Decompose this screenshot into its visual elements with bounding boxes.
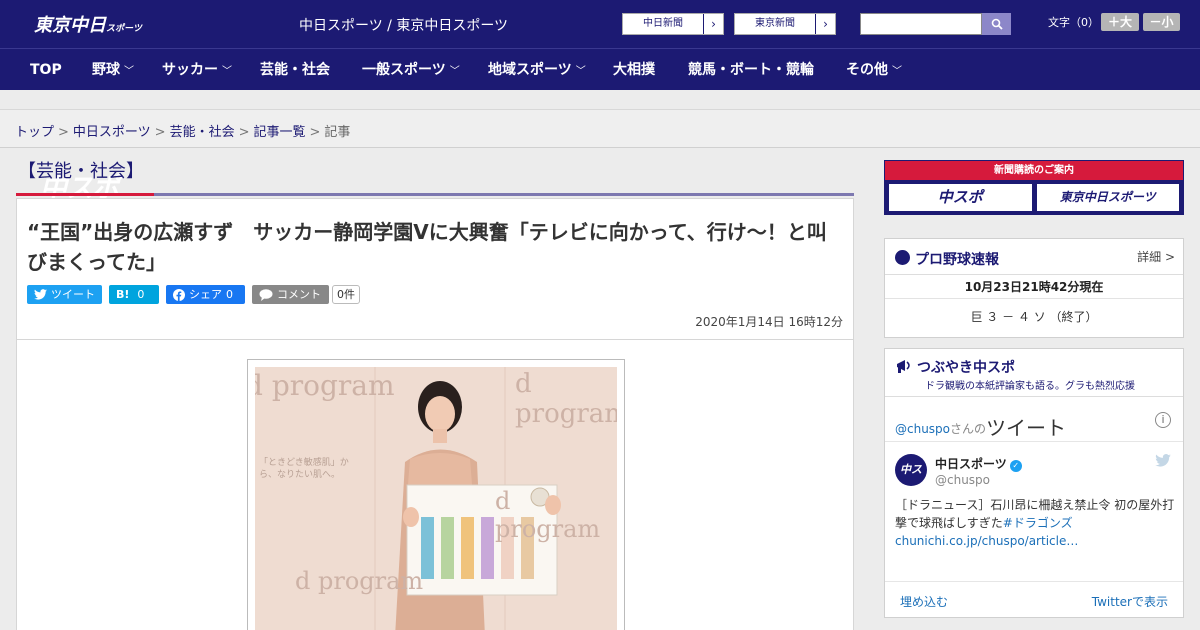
view-on-twitter-link[interactable]: Twitterで表示 xyxy=(1092,593,1168,610)
backdrop-tagline: 「ときどき敏感肌」から、なりたい肌へ。 xyxy=(259,458,349,480)
sub-bar xyxy=(0,90,1200,110)
header-title[interactable]: 中日スポーツ / 東京中日スポーツ xyxy=(299,15,508,35)
font-smaller-button[interactable]: －小 xyxy=(1143,13,1180,31)
hatena-bookmark-button[interactable]: B! 0 xyxy=(109,285,159,304)
baseball-card: プロ野球速報 詳細 > 10月23日21時42分現在 巨 ３ － ４ ソ （終了… xyxy=(884,238,1184,338)
breadcrumb-separator: > xyxy=(238,125,250,140)
nav-item-baseball[interactable]: 野球 ﹀ xyxy=(92,49,134,93)
backdrop-text: d program xyxy=(515,369,617,429)
chevron-down-icon: ﹀ xyxy=(124,66,134,77)
facebook-icon xyxy=(173,288,185,301)
info-icon[interactable]: i xyxy=(1155,412,1171,428)
tweet-button[interactable]: ツイート xyxy=(27,285,102,304)
nav-item-sumo[interactable]: 大相撲 xyxy=(613,49,655,91)
share-bar: ツイート B! 0 シェア 0 コメント 0件 xyxy=(27,285,360,304)
nav-item-regional-sports[interactable]: 地域スポーツ ﹀ xyxy=(488,49,586,93)
baseball-detail-link[interactable]: 詳細 > xyxy=(1137,248,1175,265)
tweet[interactable]: 中ス 中日スポーツ ✓ @chuspo ［ドラニュース］石川昂に柵越え禁止令 初の… xyxy=(885,442,1183,582)
article-header: “王国”出身の広瀬すず サッカー静岡学園Vに大興奮「テレビに向かって、行け～！と… xyxy=(16,198,854,340)
article-photo[interactable]: d program d program d program d program … xyxy=(247,359,625,630)
main-nav: TOP 野球 ﹀ サッカー ﹀ 芸能・社会 一般スポーツ ﹀ 地域スポーツ ﹀ 大相撲 … xyxy=(0,48,1200,90)
twitter-section-title: つぶやき中スポ xyxy=(917,360,1015,376)
tweet-link[interactable]: chunichi.co.jp/chuspo/article… xyxy=(895,534,1078,548)
breadcrumb-link-top[interactable]: トップ xyxy=(15,125,54,140)
widget-handle[interactable]: @chuspoさんのツイート xyxy=(895,412,1066,441)
facebook-share-button[interactable]: シェア 0 xyxy=(166,285,245,304)
breadcrumb-separator: > xyxy=(154,125,166,140)
hatena-icon: B! xyxy=(116,288,130,301)
nav-item-racing[interactable]: 競馬・ボート・競輪 xyxy=(688,49,814,91)
subscription-banner[interactable]: 新聞購読のご案内 中スポ 東京中日スポーツ xyxy=(884,160,1184,215)
subscription-title: 新聞購読のご案内 xyxy=(885,161,1183,180)
font-larger-button[interactable]: ＋大 xyxy=(1101,13,1139,31)
article-photo-area: d program d program d program d program … xyxy=(16,340,854,630)
facebook-share-label: シェア xyxy=(189,288,222,301)
main-content: 【芸能・社会】 “王国”出身の広瀬すず サッカー静岡学園Vに大興奮「テレビに向か… xyxy=(16,160,854,630)
facebook-count: 0 xyxy=(226,288,233,301)
twitter-bird-icon[interactable] xyxy=(1155,454,1171,467)
tweet-button-label: ツイート xyxy=(51,288,95,301)
breadcrumb-current: 記事 xyxy=(324,125,351,140)
article-headline: “王国”出身の広瀬すず サッカー静岡学園Vに大興奮「テレビに向かって、行け～！と… xyxy=(27,220,827,274)
photo-image: d program d program d program d program … xyxy=(255,367,617,630)
baseball-score[interactable]: 巨 ３ － ４ ソ （終了） xyxy=(885,299,1183,335)
nav-item-entertainment[interactable]: 芸能・社会 xyxy=(260,49,330,91)
nav-item-other[interactable]: その他 ﹀ xyxy=(846,49,902,93)
backdrop-text: d program xyxy=(295,567,424,595)
comment-button-label: コメント xyxy=(277,288,321,301)
tweet-text: ［ドラニュース］石川昂に柵越え禁止令 初の屋外打撃で球飛ばしすぎた#ドラゴンズ c… xyxy=(895,498,1175,548)
breadcrumb-link-chuspo[interactable]: 中日スポーツ xyxy=(73,125,151,140)
article-date: 2020年1月14日 16時12分 xyxy=(695,315,843,329)
breadcrumb-separator: > xyxy=(58,125,69,140)
breadcrumb-bar: トップ > 中日スポーツ > 芸能・社会 > 記事一覧 > 記事 xyxy=(0,110,1200,148)
comment-button[interactable]: コメント xyxy=(252,285,329,304)
font-size-label: 文字（0） xyxy=(1048,16,1099,29)
site-logo[interactable]: 中スポ 東京中日スポーツ xyxy=(24,6,142,204)
tweet-author-name[interactable]: 中日スポーツ ✓ xyxy=(935,455,1022,472)
backdrop-text: d program xyxy=(255,369,395,402)
speech-bubble-icon xyxy=(259,288,273,301)
search-icon xyxy=(991,18,1003,30)
breadcrumb: トップ > 中日スポーツ > 芸能・社会 > 記事一覧 > 記事 xyxy=(15,121,350,140)
tweet-hashtag[interactable]: #ドラゴンズ xyxy=(1003,516,1073,530)
search-button[interactable] xyxy=(982,13,1011,35)
embed-link[interactable]: 埋め込む xyxy=(900,593,948,610)
tweet-author-handle[interactable]: @chuspo xyxy=(935,473,990,487)
chevron-down-icon: ﹀ xyxy=(892,66,902,77)
chuspo-logo: 中スポ xyxy=(888,183,1033,212)
hatena-count: 0 xyxy=(137,288,145,301)
twitter-bird-icon xyxy=(34,289,47,300)
nav-item-soccer[interactable]: サッカー ﹀ xyxy=(162,49,232,93)
nav-item-top[interactable]: TOP xyxy=(30,49,62,91)
paper-link-label: 東京新聞 xyxy=(755,18,795,29)
baseball-timestamp: 10月23日21時42分現在 xyxy=(885,275,1183,299)
paper-link-label: 中日新聞 xyxy=(643,18,683,29)
chevron-down-icon: ﹀ xyxy=(222,66,232,77)
site-header: 中スポ 東京中日スポーツ 中日スポーツ / 東京中日スポーツ 中日新聞 › 東京… xyxy=(0,0,1200,204)
megaphone-icon xyxy=(897,360,910,373)
chevron-down-icon: ﹀ xyxy=(449,66,460,77)
comment-count: 0件 xyxy=(332,285,360,304)
category-heading: 【芸能・社会】 xyxy=(16,160,854,196)
twitter-card: つぶやき中スポ ドラ観戦の本紙評論家も語る。グラも熱烈応援 @chuspoさんの… xyxy=(884,348,1184,618)
tokyo-shimbun-link[interactable]: 東京新聞 › xyxy=(734,13,836,35)
chunichi-shimbun-link[interactable]: 中日新聞 › xyxy=(622,13,724,35)
nav-item-general-sports[interactable]: 一般スポーツ ﹀ xyxy=(362,49,460,93)
backdrop-text: d program xyxy=(495,487,601,543)
breadcrumb-link-entertainment[interactable]: 芸能・社会 xyxy=(170,125,235,140)
baseball-title: プロ野球速報 xyxy=(915,252,999,268)
chevron-right-icon: › xyxy=(703,14,723,34)
chevron-down-icon: ﹀ xyxy=(575,66,586,77)
search-input[interactable] xyxy=(860,13,982,35)
twitter-section-subtitle: ドラ観戦の本紙評論家も語る。グラも熱烈応援 xyxy=(925,381,1135,392)
tokyo-chunichi-logo: 東京中日スポーツ xyxy=(1035,183,1180,212)
breadcrumb-link-article-list[interactable]: 記事一覧 xyxy=(254,125,306,140)
chevron-right-icon: › xyxy=(815,14,835,34)
verified-icon: ✓ xyxy=(1009,460,1022,472)
breadcrumb-separator: > xyxy=(309,125,321,140)
avatar[interactable]: 中ス xyxy=(895,454,927,486)
baseball-icon xyxy=(895,250,910,265)
logo-tokyo-chunichi: 東京中日スポーツ xyxy=(34,15,142,36)
